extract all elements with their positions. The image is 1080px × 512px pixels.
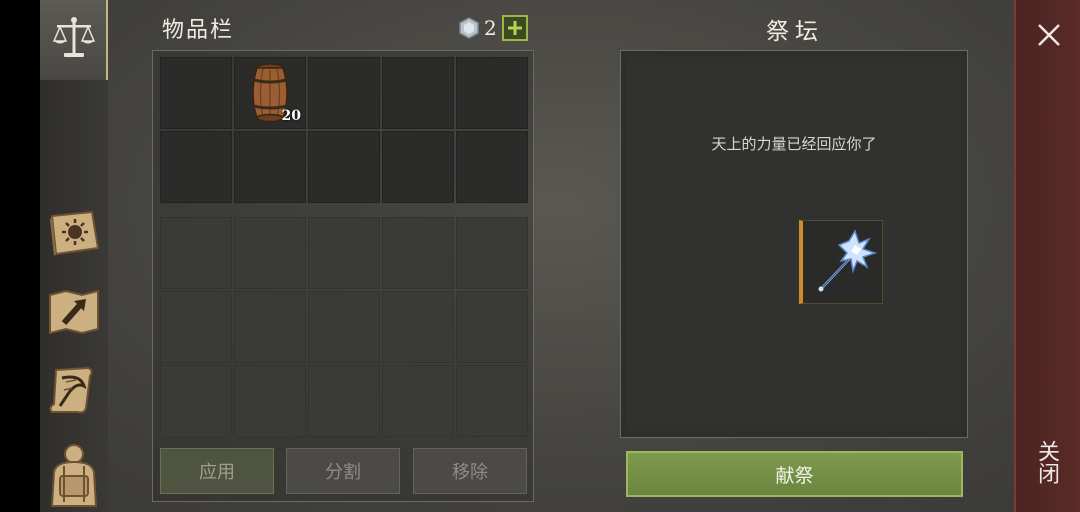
split-button[interactable]: 分割 bbox=[286, 448, 400, 494]
altar-inner: 天上的力量已经回应你了 bbox=[627, 57, 961, 431]
inventory-slot[interactable] bbox=[308, 217, 380, 289]
inventory-slot[interactable] bbox=[456, 217, 528, 289]
map-arrow-icon bbox=[49, 289, 99, 335]
inventory-slot[interactable] bbox=[456, 57, 528, 129]
screen-bezel bbox=[0, 0, 40, 512]
inventory-slot[interactable] bbox=[160, 291, 232, 363]
tab-character[interactable] bbox=[46, 442, 102, 508]
offer-button[interactable]: 献祭 bbox=[626, 451, 963, 497]
inventory-slot[interactable] bbox=[234, 217, 306, 289]
tab-journal[interactable] bbox=[46, 205, 102, 261]
gem-icon bbox=[458, 17, 480, 43]
tab-trade[interactable] bbox=[40, 0, 108, 80]
backpack-icon bbox=[50, 444, 98, 507]
inventory-grid-bottom bbox=[160, 217, 528, 437]
close-label[interactable]: 关闭 bbox=[1034, 440, 1062, 484]
plus-icon bbox=[508, 21, 522, 35]
inventory-slot[interactable] bbox=[456, 131, 528, 203]
inventory-slot[interactable] bbox=[308, 291, 380, 363]
inventory-slot[interactable] bbox=[160, 365, 232, 437]
inventory-slot[interactable] bbox=[382, 131, 454, 203]
inventory-slot[interactable] bbox=[382, 57, 454, 129]
close-panel[interactable]: 关闭 bbox=[1014, 0, 1080, 512]
game-screen: 物品栏 2 20 应用 分割 移除 祭坛 天上的力量已经回应你了 献祭 关闭 bbox=[40, 0, 1080, 512]
inventory-slot[interactable] bbox=[382, 291, 454, 363]
remove-button[interactable]: 移除 bbox=[413, 448, 527, 494]
sun-book-icon bbox=[50, 210, 100, 256]
inventory-slot[interactable] bbox=[308, 57, 380, 129]
inventory-slot[interactable] bbox=[382, 217, 454, 289]
scales-icon bbox=[46, 10, 102, 66]
scroll-quill-icon bbox=[49, 366, 93, 414]
inventory-slot[interactable] bbox=[382, 365, 454, 437]
inventory-slot[interactable] bbox=[456, 291, 528, 363]
inventory-slot[interactable] bbox=[160, 217, 232, 289]
inventory-slot[interactable] bbox=[234, 131, 306, 203]
inventory-slot[interactable] bbox=[234, 291, 306, 363]
altar-panel: 天上的力量已经回应你了 bbox=[620, 50, 968, 438]
inventory-title: 物品栏 bbox=[162, 18, 235, 43]
gem-count: 2 bbox=[484, 16, 497, 40]
apply-button[interactable]: 应用 bbox=[160, 448, 274, 494]
inventory-slot[interactable] bbox=[308, 365, 380, 437]
inventory-slot[interactable] bbox=[308, 131, 380, 203]
ice-mace-icon bbox=[818, 229, 878, 292]
close-icon[interactable] bbox=[1034, 20, 1064, 50]
inventory-slot-barrel[interactable]: 20 bbox=[234, 57, 306, 129]
altar-title: 祭坛 bbox=[766, 19, 824, 45]
inventory-slot[interactable] bbox=[160, 57, 232, 129]
tab-bar bbox=[40, 0, 108, 512]
inventory-slot[interactable] bbox=[160, 131, 232, 203]
inventory-slot[interactable] bbox=[234, 365, 306, 437]
altar-message: 天上的力量已经回应你了 bbox=[711, 135, 877, 153]
inventory-slot[interactable] bbox=[456, 365, 528, 437]
tab-map[interactable] bbox=[46, 284, 102, 340]
tab-quests[interactable] bbox=[46, 362, 102, 418]
inventory-grid-top: 20 bbox=[160, 57, 528, 203]
inventory-panel: 20 bbox=[152, 50, 534, 502]
altar-slot[interactable] bbox=[799, 220, 883, 304]
add-gems-button[interactable] bbox=[502, 15, 528, 41]
item-quantity: 20 bbox=[281, 108, 301, 124]
